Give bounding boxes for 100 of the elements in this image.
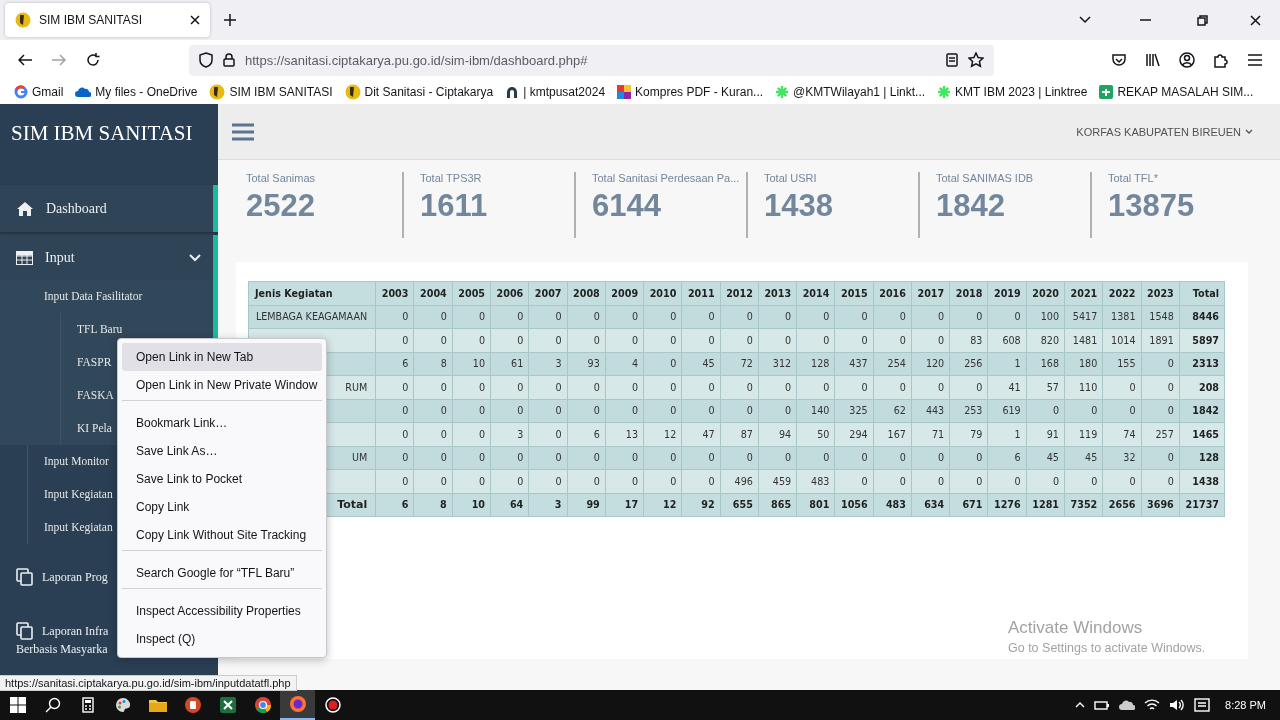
menu-item[interactable]: Inspect (Q) [122,625,322,653]
sidebar-item[interactable]: Laporan Infra Berbasis Masyarka [0,610,115,670]
bookmark[interactable]: Dit Sanitasi - Ciptakarya [344,84,494,100]
bookmark[interactable]: SIM IBM SANITASI [209,84,333,100]
clock-time[interactable]: 8:28 PM [1225,699,1266,711]
menu-item[interactable]: Bookmark Link… [122,400,322,437]
spreadsheet-icon [1099,85,1114,99]
record-icon[interactable] [324,697,341,713]
bookmark[interactable]: REKAP MASALAH SIM... [1099,85,1254,99]
menu-item[interactable]: Search Google for “TFL Baru” [122,550,322,587]
wifi-icon[interactable] [1144,699,1161,711]
column-header[interactable]: 2009 [605,281,644,305]
column-header[interactable]: Total [1179,281,1225,305]
calculator-icon[interactable] [81,697,94,713]
back-icon[interactable] [18,54,32,66]
submenu-item[interactable]: Input Monitor [28,445,109,478]
search-icon[interactable] [44,697,61,713]
sidebar-item[interactable]: Laporan Prog [0,556,115,598]
menu-item[interactable]: Copy Link Without Site Tracking [122,521,322,549]
forward-icon[interactable] [52,54,66,66]
shield-icon[interactable] [199,52,213,68]
star-icon[interactable] [968,52,984,68]
menu-icon[interactable] [232,122,254,141]
column-header[interactable]: 2015 [834,281,874,305]
chrome-icon[interactable] [254,697,271,713]
logo-icon [209,84,226,100]
column-header[interactable]: 2017 [911,281,950,305]
pocket-icon[interactable] [1112,53,1126,67]
column-header[interactable]: 2014 [796,281,835,305]
bookmark[interactable]: My files - OneDrive [75,85,198,99]
bookmark[interactable]: | kmtpusat2024 [505,85,606,99]
library-icon[interactable] [1145,53,1161,67]
column-header[interactable]: 2022 [1102,281,1141,305]
spreadsheet-app-icon[interactable] [219,697,236,713]
column-header[interactable]: 2004 [413,281,453,305]
sidebar-item[interactable]: Dashboard [0,185,218,232]
activation-title: Activate Windows [1008,618,1144,638]
extensions-icon[interactable] [1213,52,1229,68]
column-header[interactable]: 2013 [758,281,797,305]
column-header[interactable]: 2021 [1064,281,1103,305]
submenu-item[interactable]: KI Pela [61,412,112,445]
chevron-down-icon[interactable] [1079,16,1091,24]
submenu-item[interactable]: FASKA [61,379,114,412]
activation-hint: Go to Settings to activate Windows. [1008,641,1206,655]
browser-tab[interactable]: SIM IBM SANITASI [5,3,210,37]
stat-label: Total SANIMAS IDB [936,172,1035,184]
column-header[interactable]: 2011 [681,281,721,305]
caret-up-icon[interactable] [1075,702,1086,708]
column-header[interactable]: 2023 [1141,281,1180,305]
palette-icon[interactable] [114,697,131,713]
account-icon[interactable] [1179,52,1195,68]
reader-view-icon[interactable] [946,53,958,67]
column-header[interactable]: 2005 [452,281,491,305]
stat-label: Total TFL* [1108,172,1159,184]
column-header[interactable]: 2019 [987,281,1027,305]
cloud-icon[interactable] [1119,699,1136,711]
home-icon [16,200,34,217]
column-header[interactable]: 2010 [643,281,682,305]
row-label: LEMBAGA KEAGAMAAN [248,305,376,329]
address-bar[interactable]: https://sanitasi.ciptakarya.pu.go.id/sim-ibm/dashboard.php# [189,44,994,76]
column-header[interactable]: 2003 [375,281,414,305]
windows-icon[interactable] [9,697,26,713]
firefox-icon[interactable] [289,696,306,712]
reload-icon[interactable] [86,53,100,67]
column-header[interactable]: 2006 [490,281,529,305]
presentation-app-icon[interactable] [184,697,201,713]
menu-item[interactable]: Inspect Accessibility Properties [122,588,322,625]
bookmark[interactable]: KMT IBM 2023 | Linktree [937,85,1088,99]
submenu-item[interactable]: TFL Baru [61,313,123,346]
stat-value: 1611 [420,188,489,224]
column-header[interactable]: 2018 [949,281,988,305]
battery-icon[interactable] [1094,699,1111,711]
column-header[interactable]: 2008 [567,281,606,305]
lock-icon[interactable] [223,53,235,67]
chevron-icon [189,253,201,262]
stat-value: 1438 [764,188,834,224]
column-header[interactable]: Jenis Kegiatan [248,281,376,305]
submenu-item[interactable]: Input Kegiatan [28,478,113,511]
plus-icon[interactable] [224,14,236,26]
folder-icon[interactable] [148,698,167,712]
column-header[interactable]: 2020 [1026,281,1065,305]
column-header[interactable]: 2016 [873,281,912,305]
submenu-item[interactable]: Input Kegiatan [28,511,113,544]
column-header[interactable]: 2012 [720,281,759,305]
bookmark[interactable]: @KMTWilayah1 | Linkt... [775,85,926,99]
notification-icon[interactable] [1194,698,1211,712]
close-icon[interactable] [190,15,200,25]
maximize-icon[interactable] [1197,14,1208,26]
submenu-item[interactable]: FASPR [61,346,112,379]
sidebar-item[interactable]: Input [0,235,218,280]
volume-icon[interactable] [1169,699,1186,711]
column-header[interactable]: 2007 [528,281,568,305]
menu-icon[interactable] [1248,54,1262,66]
bookmark[interactable]: Kompres PDF - Kuran... [617,85,764,99]
close-icon[interactable] [1249,14,1261,26]
bookmark[interactable]: Gmail [14,85,64,99]
menu-item[interactable]: Open Link in New Tab [122,343,322,371]
user-menu[interactable]: KORFAS KABUPATEN BIREUEN [1076,125,1253,138]
minimize-icon[interactable] [1139,19,1151,21]
submenu-item[interactable]: Input Data Fasilitator [28,280,143,313]
